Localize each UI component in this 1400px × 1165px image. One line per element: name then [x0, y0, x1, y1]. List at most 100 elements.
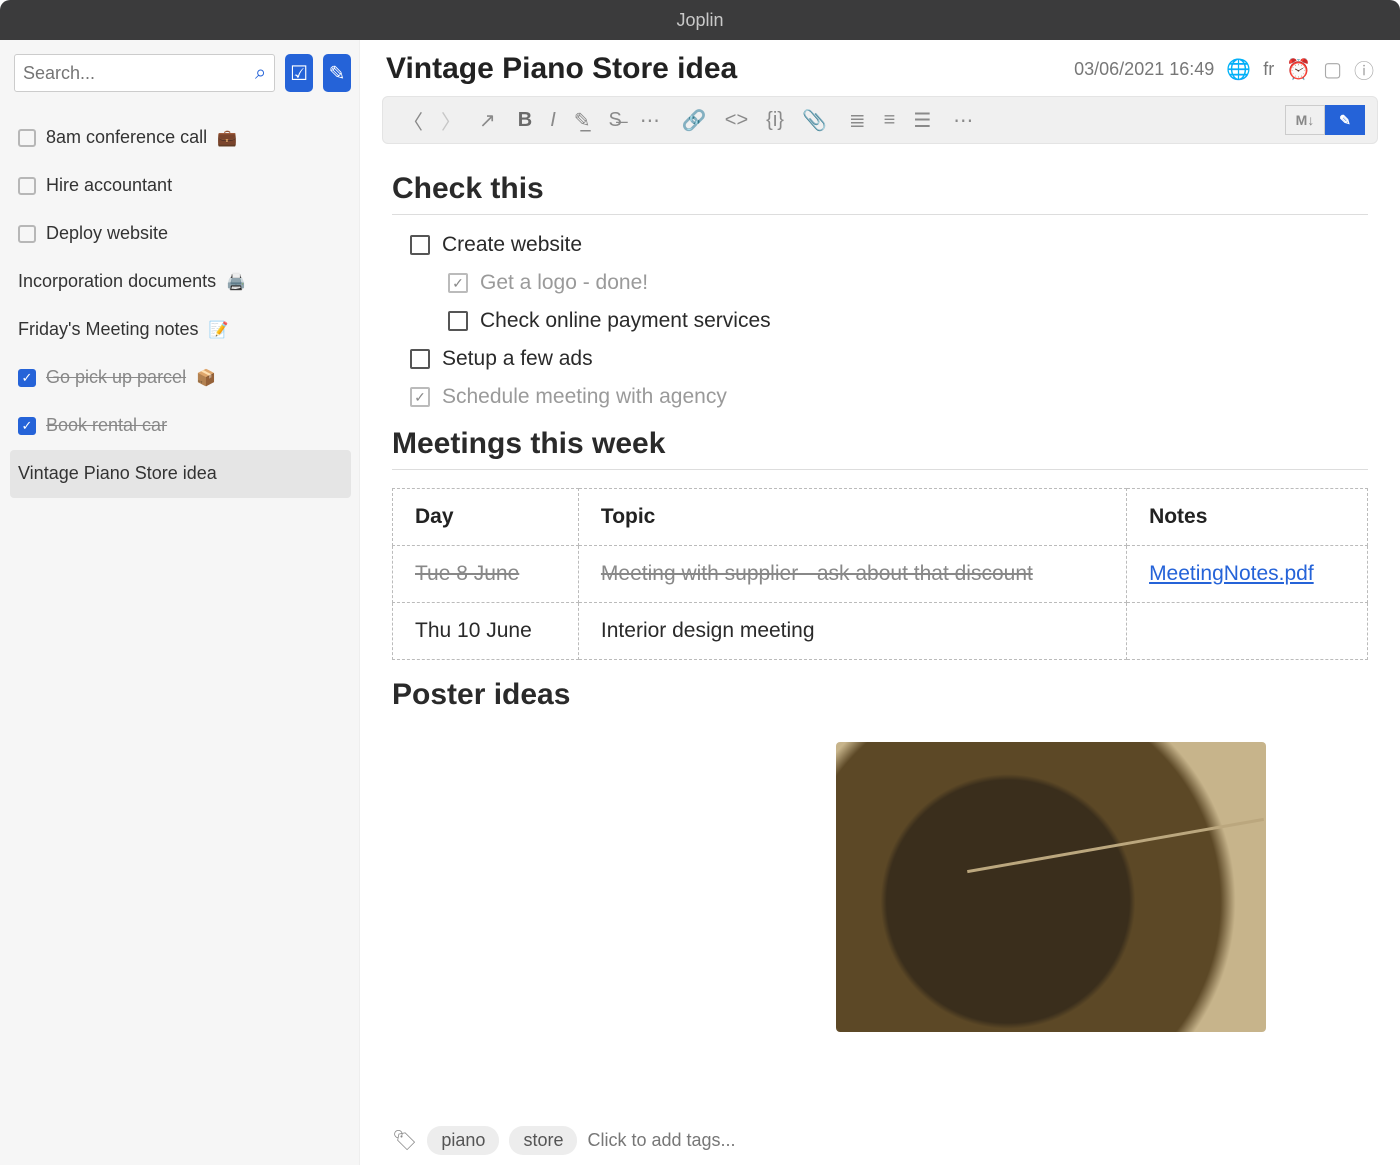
- cell-notes: MeetingNotes.pdf: [1127, 546, 1368, 603]
- note-list-item[interactable]: ✓ Book rental car: [14, 402, 351, 450]
- note-list-label: Incorporation documents: [18, 271, 216, 292]
- checklist-checkbox[interactable]: [448, 311, 468, 331]
- note-list-item[interactable]: Incorporation documents 🖨️: [14, 258, 351, 306]
- more-format-icon[interactable]: ⋯: [640, 108, 660, 133]
- attachment-icon[interactable]: 📎: [802, 108, 827, 133]
- cell-day: Thu 10 June: [393, 603, 579, 660]
- notes-sidebar: ⌕ ☑ ✎ 8am conference call 💼 Hire accountan…: [0, 40, 360, 1165]
- note-emoji-icon: 💼: [217, 128, 237, 148]
- info-icon[interactable]: ⓘ: [1354, 55, 1374, 84]
- checklist-label: Setup a few ads: [442, 347, 593, 371]
- checklist-label: Get a logo - done!: [480, 271, 648, 295]
- poster-image-record[interactable]: [836, 742, 1266, 1032]
- tag-icon[interactable]: 🏷: [392, 1128, 417, 1153]
- checklist-item[interactable]: Setup a few ads: [410, 347, 1368, 371]
- checklist-checkbox[interactable]: [410, 235, 430, 255]
- cell-day: Tue 8 June: [393, 546, 579, 603]
- checklist-label: Create website: [442, 233, 582, 257]
- checklist-checkbox[interactable]: ✓: [448, 273, 468, 293]
- note-content[interactable]: Check this Create website ✓ Get a logo - d…: [360, 144, 1400, 1116]
- table-header-topic: Topic: [578, 489, 1126, 546]
- globe-icon[interactable]: 🌐: [1226, 57, 1251, 82]
- window-title: Joplin: [676, 10, 723, 31]
- new-todo-button[interactable]: ☑: [285, 54, 313, 92]
- note-list-label: Go pick up parcel: [46, 367, 186, 388]
- todo-checkbox[interactable]: ✓: [18, 417, 36, 435]
- cell-topic: Meeting with supplier - ask about that d…: [578, 546, 1126, 603]
- note-emoji-icon: 📦: [196, 368, 216, 388]
- todo-checkbox[interactable]: ✓: [18, 369, 36, 387]
- section-poster-ideas: Poster ideas: [392, 678, 1368, 720]
- checklist-label: Check online payment services: [480, 309, 771, 333]
- alarm-icon[interactable]: ⏰: [1286, 57, 1311, 82]
- note-list-item[interactable]: Friday's Meeting notes 📝: [14, 306, 351, 354]
- checklist-item[interactable]: ✓ Schedule meeting with agency: [410, 385, 1368, 409]
- section-check-this: Check this: [392, 172, 1368, 215]
- italic-icon[interactable]: I: [550, 109, 556, 132]
- search-icon[interactable]: ⌕: [255, 62, 266, 85]
- note-list-label: Book rental car: [46, 415, 167, 436]
- checklist-item[interactable]: ✓ Get a logo - done!: [448, 271, 1368, 295]
- table-header-notes: Notes: [1127, 489, 1368, 546]
- note-language: fr: [1263, 59, 1274, 80]
- note-list-label: 8am conference call: [46, 127, 207, 148]
- tag-pill[interactable]: piano: [427, 1126, 499, 1155]
- add-tag-prompt[interactable]: Click to add tags...: [587, 1130, 735, 1151]
- cell-notes: [1127, 603, 1368, 660]
- checklist-item[interactable]: Check online payment services: [448, 309, 1368, 333]
- note-emoji-icon: 📝: [209, 320, 229, 340]
- note-title[interactable]: Vintage Piano Store idea: [386, 52, 1060, 86]
- note-list: 8am conference call 💼 Hire accountant Deplo…: [14, 114, 351, 498]
- layout-icon[interactable]: ▢: [1323, 57, 1342, 82]
- bulleted-list-icon[interactable]: ≣: [849, 108, 866, 133]
- checklist-checkbox[interactable]: ✓: [410, 387, 430, 407]
- note-list-item[interactable]: 8am conference call 💼: [14, 114, 351, 162]
- numbered-list-icon[interactable]: ≡: [884, 109, 896, 132]
- view-richtext-tab[interactable]: ✎: [1325, 105, 1365, 135]
- todo-checkbox[interactable]: [18, 225, 36, 243]
- poster-image-piano[interactable]: [392, 742, 822, 1032]
- link-icon[interactable]: 🔗: [682, 108, 707, 133]
- tag-bar: 🏷 piano store Click to add tags...: [360, 1116, 1400, 1165]
- bold-icon[interactable]: B: [518, 109, 532, 132]
- note-main: Vintage Piano Store idea 03/06/2021 16:4…: [360, 40, 1400, 1165]
- highlight-icon[interactable]: ✎̲: [574, 108, 591, 133]
- meetings-table: Day Topic Notes Tue 8 JuneMeeting with s…: [392, 488, 1368, 660]
- attachment-link[interactable]: MeetingNotes.pdf: [1149, 562, 1314, 585]
- section-meetings: Meetings this week: [392, 427, 1368, 470]
- note-list-item[interactable]: Hire accountant: [14, 162, 351, 210]
- search-input-wrap[interactable]: ⌕: [14, 54, 275, 92]
- note-list-label: Deploy website: [46, 223, 168, 244]
- tag-pill[interactable]: store: [509, 1126, 577, 1155]
- note-list-item[interactable]: ✓ Go pick up parcel 📦: [14, 354, 351, 402]
- cell-topic: Interior design meeting: [578, 603, 1126, 660]
- checklist-checkbox[interactable]: [410, 349, 430, 369]
- editor-toolbar: 〈 〉 ↗ B I ✎̲ S̶ ⋯ 🔗 <> {i} 📎 ≣ ≡ ☰: [382, 96, 1378, 144]
- note-emoji-icon: 🖨️: [226, 272, 246, 292]
- todo-checkbox[interactable]: [18, 129, 36, 147]
- new-note-button[interactable]: ✎: [323, 54, 351, 92]
- table-row: Thu 10 JuneInterior design meeting: [393, 603, 1368, 660]
- code-icon[interactable]: <>: [725, 109, 748, 132]
- nav-back-icon[interactable]: 〈: [403, 106, 423, 135]
- nav-forward-icon[interactable]: 〉: [441, 106, 461, 135]
- checklist-item[interactable]: Create website: [410, 233, 1368, 257]
- note-list-item[interactable]: Deploy website: [14, 210, 351, 258]
- window-titlebar: Joplin: [0, 0, 1400, 40]
- strikethrough-icon[interactable]: S̶: [609, 109, 622, 132]
- note-list-item[interactable]: Vintage Piano Store idea: [10, 450, 351, 498]
- note-list-label: Hire accountant: [46, 175, 172, 196]
- table-row: Tue 8 JuneMeeting with supplier - ask ab…: [393, 546, 1368, 603]
- checklist-icon[interactable]: ☰: [913, 108, 931, 133]
- view-markdown-tab[interactable]: M↓: [1285, 105, 1325, 135]
- note-list-label: Friday's Meeting notes: [18, 319, 199, 340]
- search-input[interactable]: [23, 63, 255, 84]
- external-link-icon[interactable]: ↗: [479, 108, 496, 133]
- more-tools-icon[interactable]: ⋯: [953, 108, 973, 133]
- note-timestamp: 03/06/2021 16:49: [1074, 59, 1214, 80]
- note-list-label: Vintage Piano Store idea: [18, 463, 217, 484]
- codeblock-icon[interactable]: {i}: [766, 109, 784, 132]
- checklist-label: Schedule meeting with agency: [442, 385, 727, 409]
- todo-checkbox[interactable]: [18, 177, 36, 195]
- table-header-day: Day: [393, 489, 579, 546]
